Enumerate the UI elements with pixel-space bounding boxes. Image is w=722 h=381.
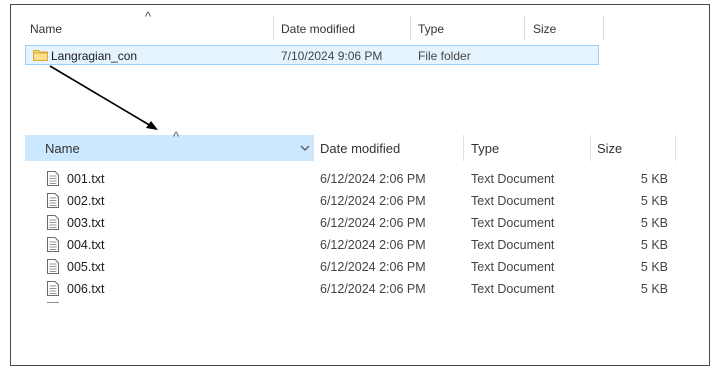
sort-ascending-icon: ^ [173,129,180,144]
file-date-modified: 6/12/2024 2:06 PM [320,194,426,208]
file-date-modified: 6/12/2024 2:06 PM [320,172,426,186]
file-size: 5 KB [640,172,668,186]
file-size: 5 KB [640,260,668,274]
text-file-icon [47,215,59,230]
column-header-type[interactable]: Type [471,141,499,157]
chevron-down-icon[interactable] [300,144,310,152]
folder-icon [33,50,48,61]
column-divider[interactable] [675,135,676,161]
text-file-icon [47,171,59,186]
text-file-icon [47,193,59,208]
column-divider[interactable] [313,135,314,161]
column-header-name[interactable]: Name [30,22,62,36]
file-row[interactable]: 004.txt 6/12/2024 2:06 PM Text Document … [25,234,685,256]
folder-type: File folder [418,49,471,63]
file-size: 5 KB [640,216,668,230]
column-divider[interactable] [524,16,525,40]
file-date-modified: 6/12/2024 2:06 PM [320,216,426,230]
file-size: 5 KB [640,194,668,208]
file-row[interactable]: 002.txt 6/12/2024 2:06 PM Text Document … [25,190,685,212]
column-header-date-modified[interactable]: Date modified [320,141,400,157]
column-header-size[interactable]: Size [533,22,556,36]
column-divider[interactable] [603,16,604,40]
file-name[interactable]: 002.txt [67,193,105,209]
file-name[interactable]: 001.txt [67,171,105,187]
folder-date-modified: 7/10/2024 9:06 PM [281,49,383,63]
file-size: 5 KB [640,238,668,252]
file-name[interactable]: 003.txt [67,215,105,231]
column-header-type[interactable]: Type [418,22,444,36]
column-header-date-modified[interactable]: Date modified [281,22,355,36]
file-name[interactable]: 006.txt [67,281,105,297]
file-type: Text Document [471,282,555,296]
file-row[interactable]: 006.txt 6/12/2024 2:06 PM Text Document … [25,278,685,300]
sort-ascending-icon: ^ [145,9,152,24]
file-type: Text Document [471,194,555,208]
file-type: Text Document [471,216,555,230]
file-row[interactable]: 005.txt 6/12/2024 2:06 PM Text Document … [25,256,685,278]
file-date-modified: 6/12/2024 2:06 PM [320,260,426,274]
file-row[interactable]: 003.txt 6/12/2024 2:06 PM Text Document … [25,212,685,234]
text-file-icon [47,259,59,274]
column-divider[interactable] [590,135,591,161]
text-file-icon [47,237,59,252]
file-size: 5 KB [640,282,668,296]
file-type: Text Document [471,172,555,186]
column-divider[interactable] [410,16,411,40]
file-date-modified: 6/12/2024 2:06 PM [320,282,426,296]
column-header-name[interactable]: Name [45,141,80,157]
file-type: Text Document [471,260,555,274]
text-file-icon [47,281,59,296]
folder-name[interactable]: Langragian_con [51,49,137,63]
column-divider[interactable] [273,16,274,40]
file-name[interactable]: 004.txt [67,237,105,253]
file-row[interactable]: 001.txt 6/12/2024 2:06 PM Text Document … [25,168,685,190]
text-file-icon-partial [47,302,59,305]
column-divider[interactable] [463,135,464,161]
file-name[interactable]: 005.txt [67,259,105,275]
file-type: Text Document [471,238,555,252]
file-date-modified: 6/12/2024 2:06 PM [320,238,426,252]
column-header-size[interactable]: Size [597,141,622,157]
